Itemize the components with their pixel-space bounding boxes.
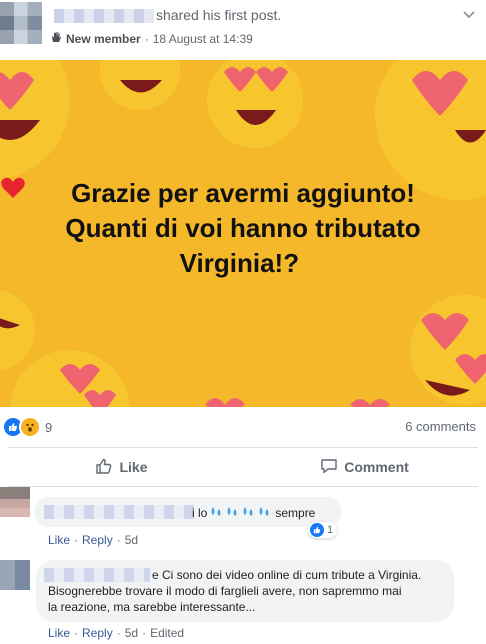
post-text-line-3: Virginia!? [0, 177, 486, 281]
post-timestamp[interactable]: 18 August at 14:39 [153, 32, 253, 46]
separator-dot: · [116, 533, 121, 547]
comment-time[interactable]: 5d [125, 533, 138, 547]
divider [8, 486, 478, 487]
separator-dot: · [116, 626, 121, 640]
commenter-avatar[interactable] [0, 487, 30, 517]
post-text-line-1: Grazie per avermi aggiunto! [71, 178, 415, 208]
post-image-text: Grazie per avermi aggiunto! Quanti di vo… [0, 176, 486, 281]
author-name-redacted[interactable] [54, 9, 154, 23]
sweat-droplets-icon [209, 505, 273, 520]
comment-reply-link[interactable]: Reply [82, 533, 113, 547]
commenter-name-redacted[interactable] [44, 505, 194, 519]
comment-bubble: i lo sempre [34, 497, 342, 527]
new-member-badge[interactable]: New member [66, 32, 141, 46]
reactions-summary[interactable]: 9 [2, 416, 52, 438]
comment-bubble-icon [320, 457, 338, 478]
comment-like-link[interactable]: Like [48, 533, 70, 547]
comment-button-label: Comment [344, 459, 409, 475]
comment-text-line-2: Bisognerebbe trovare il modo di fargliel… [48, 584, 402, 598]
comments-count-link[interactable]: 6 comments [405, 419, 476, 434]
comment-actions: Like · Reply · 5d [48, 533, 138, 547]
like-button[interactable]: Like [0, 451, 243, 483]
thumbs-up-icon [95, 457, 113, 478]
separator-dot: · [74, 626, 79, 640]
post-options-chevron-icon[interactable] [460, 6, 478, 24]
separator-dot: · [74, 533, 79, 547]
post-actions-bar: Like Comment [0, 451, 486, 483]
divider [8, 447, 478, 448]
meta-dot: · [144, 31, 149, 46]
comment-bubble: e Ci sono dei video online di cum tribut… [36, 560, 454, 622]
wow-icon [19, 416, 41, 438]
post-text-line-2: Quanti di voi hanno tributato [65, 213, 421, 243]
comment-actions: Like · Reply · 5d · Edited [48, 626, 184, 640]
comment-like-link[interactable]: Like [48, 626, 70, 640]
commenter-avatar[interactable] [0, 560, 30, 590]
post-meta: New member · 18 August at 14:39 [50, 31, 253, 46]
comment-reaction-count: 1 [327, 524, 334, 536]
separator-dot: · [142, 626, 147, 640]
comment-reaction-badge[interactable]: 1 [308, 522, 338, 538]
comment-text-line-3: la reazione, ma sarebbe interessante... [48, 600, 256, 614]
author-avatar[interactable] [0, 2, 42, 44]
post-action-text: shared his first post. [156, 7, 282, 23]
new-member-hand-icon [50, 31, 62, 46]
post-image[interactable]: Grazie per avermi aggiunto! Quanti di vo… [0, 60, 486, 407]
like-button-label: Like [119, 459, 148, 475]
comment-button[interactable]: Comment [243, 451, 486, 483]
comment-text-line-1: e Ci sono dei video online di cum tribut… [152, 568, 422, 582]
like-icon [310, 523, 324, 537]
comment-text: i lo sempre [192, 505, 316, 520]
comment-time[interactable]: 5d [125, 626, 138, 640]
reaction-count: 9 [45, 419, 53, 435]
comment-text: e Ci sono dei video online di cum tribut… [48, 567, 446, 615]
comment-reply-link[interactable]: Reply [82, 626, 113, 640]
comment-edited-label[interactable]: Edited [150, 626, 184, 640]
